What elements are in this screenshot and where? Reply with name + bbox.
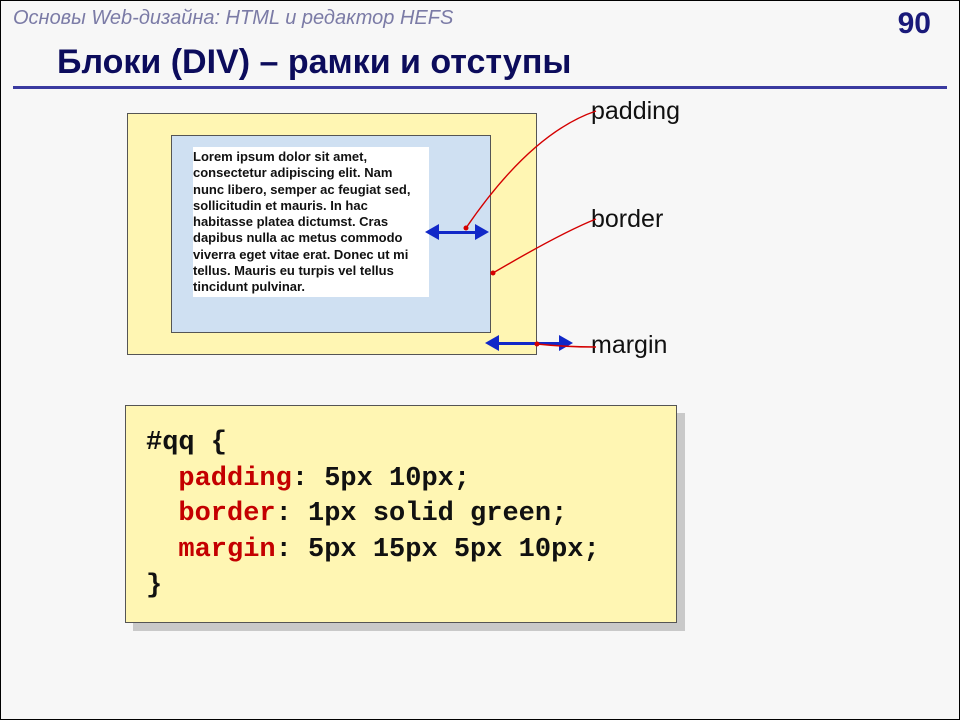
code-kw-margin: margin <box>178 535 275 565</box>
breadcrumb: Основы Web-дизайна: HTML и редактор HEFS <box>13 7 453 30</box>
arrow-margin-left-head <box>485 335 499 351</box>
content-text: Lorem ipsum dolor sit amet, consectetur … <box>193 147 429 297</box>
code-kw-border: border <box>178 499 275 529</box>
arrow-margin-bar <box>499 342 559 345</box>
label-padding: padding <box>591 97 680 126</box>
code-val-padding: : 5px 10px; <box>292 464 470 494</box>
page-title: Блоки (DIV) – рамки и отступы <box>13 43 947 82</box>
arrow-padding-left-head <box>425 224 439 240</box>
code-kw-padding: padding <box>178 464 291 494</box>
arrow-padding-bar <box>439 231 475 234</box>
box-model-diagram: Lorem ipsum dolor sit amet, consectetur … <box>1 103 959 393</box>
label-margin: margin <box>591 331 667 360</box>
code-box: #qq { padding: 5px 10px; border: 1px sol… <box>125 405 677 623</box>
label-border: border <box>591 205 663 234</box>
code-selector: #qq { <box>146 428 227 458</box>
title-row: Блоки (DIV) – рамки и отступы <box>13 43 947 89</box>
arrow-margin-right-head <box>559 335 573 351</box>
arrow-padding-right-head <box>475 224 489 240</box>
slide-header: Основы Web-дизайна: HTML и редактор HEFS… <box>1 1 959 43</box>
code-val-border: : 1px solid green; <box>276 499 568 529</box>
page-number: 90 <box>898 7 931 41</box>
title-underline <box>13 86 947 89</box>
code-val-margin: : 5px 15px 5px 10px; <box>276 535 600 565</box>
css-code-block: #qq { padding: 5px 10px; border: 1px sol… <box>125 405 677 623</box>
code-close: } <box>146 571 162 601</box>
